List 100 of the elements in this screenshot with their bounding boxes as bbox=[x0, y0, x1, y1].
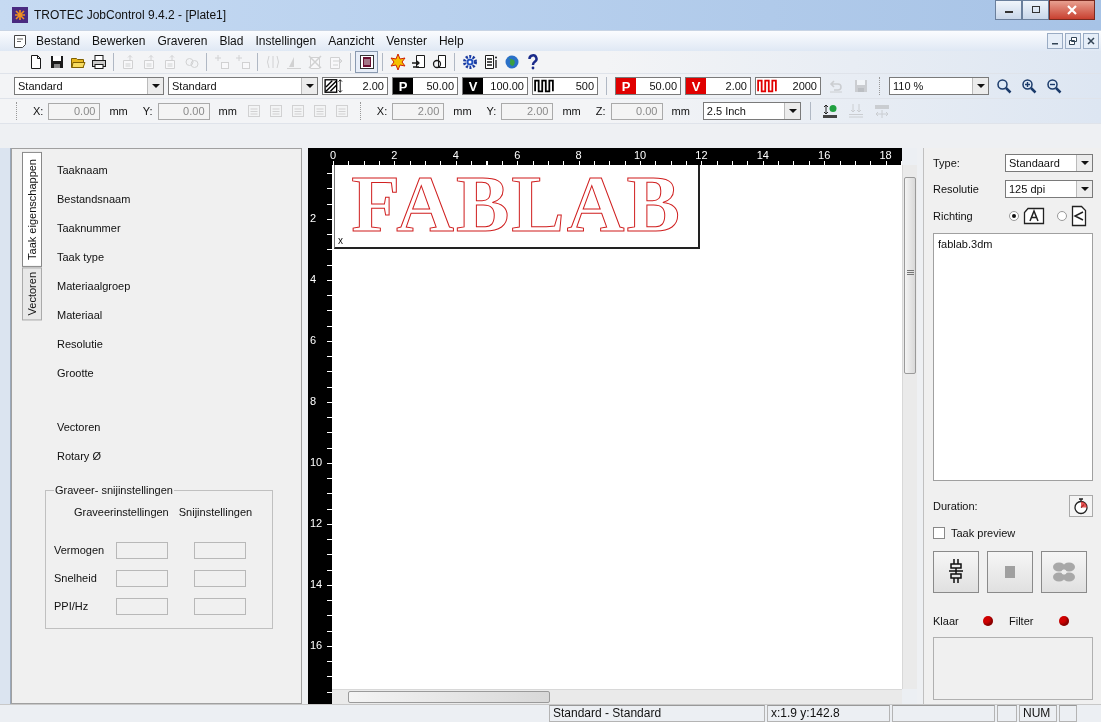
minimize-button[interactable] bbox=[1047, 33, 1063, 49]
setting-label: Vermogen bbox=[53, 544, 106, 556]
ruler-label: 18 bbox=[878, 149, 893, 161]
horizontal-scrollbar[interactable] bbox=[332, 689, 902, 704]
close-button[interactable] bbox=[1083, 33, 1099, 49]
parameter-field[interactable]: 2.00 bbox=[322, 77, 388, 95]
ruler-label: 16 bbox=[310, 639, 323, 651]
stopwatch-button[interactable] bbox=[1069, 495, 1093, 518]
origin-marker: x bbox=[338, 236, 343, 246]
ruler-label: 16 bbox=[817, 149, 832, 161]
menu-item[interactable]: Blad bbox=[219, 34, 244, 48]
duration-label: Duration: bbox=[933, 500, 979, 513]
close-icon bbox=[1087, 37, 1095, 45]
gear-icon[interactable] bbox=[461, 54, 478, 70]
setting-field[interactable] bbox=[193, 597, 246, 615]
field-label: Z: bbox=[595, 105, 606, 117]
profile-dropdown[interactable]: Standard bbox=[14, 77, 164, 95]
type-label: Type: bbox=[933, 157, 961, 169]
job-icon[interactable] bbox=[358, 54, 375, 70]
property-label: Taaknummer bbox=[56, 221, 122, 236]
parameter-field[interactable]: V 2.00 bbox=[685, 77, 751, 95]
parameter-field[interactable]: P 50.00 bbox=[392, 77, 458, 95]
menu-item[interactable]: Bestand bbox=[36, 34, 81, 48]
printer-icon[interactable] bbox=[90, 54, 107, 70]
unit-label: mm bbox=[453, 105, 472, 117]
zoom-in-icon[interactable] bbox=[1020, 78, 1037, 94]
ruler-label: 2 bbox=[390, 149, 399, 161]
vertical-scrollbar[interactable] bbox=[902, 165, 917, 689]
document-circle-icon[interactable] bbox=[431, 54, 448, 70]
job-item[interactable]: fablab.3dm bbox=[938, 237, 993, 250]
setting-field[interactable] bbox=[193, 569, 246, 587]
zoom-dropdown[interactable]: 110 % bbox=[889, 77, 989, 95]
resolution-dropdown[interactable]: 125 dpi bbox=[1005, 180, 1093, 198]
property-label: Bestandsnaam bbox=[56, 192, 132, 207]
connect-button[interactable] bbox=[933, 550, 979, 593]
status-cell bbox=[1059, 705, 1077, 722]
parameter-field[interactable]: P 50.00 bbox=[615, 77, 681, 95]
restore-icon bbox=[1069, 37, 1077, 45]
parameter-field[interactable]: 500 bbox=[532, 77, 598, 95]
ruler-label: 4 bbox=[451, 149, 460, 161]
stop-icon bbox=[1004, 564, 1016, 579]
parameter-letter: P bbox=[393, 78, 413, 94]
resolution-label: Resolutie bbox=[933, 183, 980, 195]
preview-checkbox[interactable] bbox=[933, 526, 945, 539]
lens-dropdown[interactable]: 2.5 Inch bbox=[702, 102, 801, 120]
globe-icon[interactable] bbox=[503, 54, 520, 70]
setting-field[interactable] bbox=[115, 569, 168, 587]
menu-item[interactable]: Venster bbox=[386, 34, 427, 48]
status-num: NUM bbox=[1019, 705, 1057, 722]
minimize-button[interactable] bbox=[995, 0, 1022, 20]
type-dropdown[interactable]: Standaard bbox=[1005, 154, 1093, 172]
panel-tab[interactable]: Taak eigenschappen bbox=[21, 152, 42, 267]
property-label: Taaknaam bbox=[56, 163, 109, 178]
menu-item[interactable]: Instellingen bbox=[255, 34, 317, 48]
parameter-field[interactable]: V 100.00 bbox=[462, 77, 528, 95]
property-label: Materiaalgroep bbox=[56, 279, 132, 294]
indicator-label: Klaar bbox=[933, 614, 960, 627]
close-icon bbox=[1066, 5, 1078, 15]
setting-label: PPI/Hz bbox=[53, 600, 90, 612]
field-label: Y: bbox=[142, 105, 153, 117]
search-icon[interactable] bbox=[995, 78, 1012, 94]
indicator-label: Filter bbox=[1009, 614, 1035, 627]
restore-button[interactable] bbox=[1065, 33, 1081, 49]
status-coordinates: x:1.9 y:142.8 bbox=[767, 705, 890, 722]
ruler-label: 4 bbox=[310, 273, 317, 285]
unit-label: mm bbox=[109, 105, 128, 117]
setting-field[interactable] bbox=[115, 541, 168, 559]
setting-field[interactable] bbox=[115, 597, 168, 615]
parameter-field[interactable]: 2000 bbox=[755, 77, 821, 95]
save-icon[interactable] bbox=[48, 54, 65, 70]
focus-icon[interactable] bbox=[822, 103, 839, 119]
menu-item[interactable]: Aanzicht bbox=[328, 34, 375, 48]
document-arrow-icon[interactable] bbox=[410, 54, 427, 70]
starburst-icon[interactable] bbox=[389, 54, 406, 70]
menu-item[interactable]: Graveren bbox=[157, 34, 208, 48]
close-button[interactable] bbox=[1049, 0, 1095, 20]
ruler-label: 0 bbox=[328, 149, 338, 161]
setting-field[interactable] bbox=[193, 541, 246, 559]
setting-label: Snelheid bbox=[53, 572, 98, 584]
field-label: Y: bbox=[486, 105, 497, 117]
ruler-label: 8 bbox=[310, 395, 317, 407]
ruler-label: 14 bbox=[755, 149, 770, 161]
direction-radio[interactable] bbox=[1057, 210, 1067, 221]
menu-item[interactable]: Help bbox=[438, 34, 464, 48]
property-label: Taak type bbox=[56, 250, 106, 265]
menu-item[interactable]: Bewerken bbox=[92, 34, 146, 48]
document-icon[interactable] bbox=[12, 33, 28, 49]
profile-dropdown[interactable]: Standard bbox=[168, 77, 318, 95]
design-text: FABLAB bbox=[351, 165, 682, 244]
property-label: Materiaal bbox=[56, 308, 104, 323]
list-icon[interactable] bbox=[482, 54, 499, 70]
hatch-icon bbox=[323, 78, 345, 94]
landscape-icon bbox=[1023, 206, 1045, 225]
zoom-out-icon[interactable] bbox=[1045, 78, 1062, 94]
panel-tab[interactable]: Vectoren bbox=[21, 266, 42, 321]
maximize-button[interactable] bbox=[1022, 0, 1049, 20]
direction-radio[interactable] bbox=[1009, 210, 1019, 221]
checkbox-label: Taak preview bbox=[951, 526, 1016, 539]
ruler-label: 6 bbox=[310, 334, 317, 346]
group-title: Graveer- snijinstellingen bbox=[53, 484, 174, 496]
